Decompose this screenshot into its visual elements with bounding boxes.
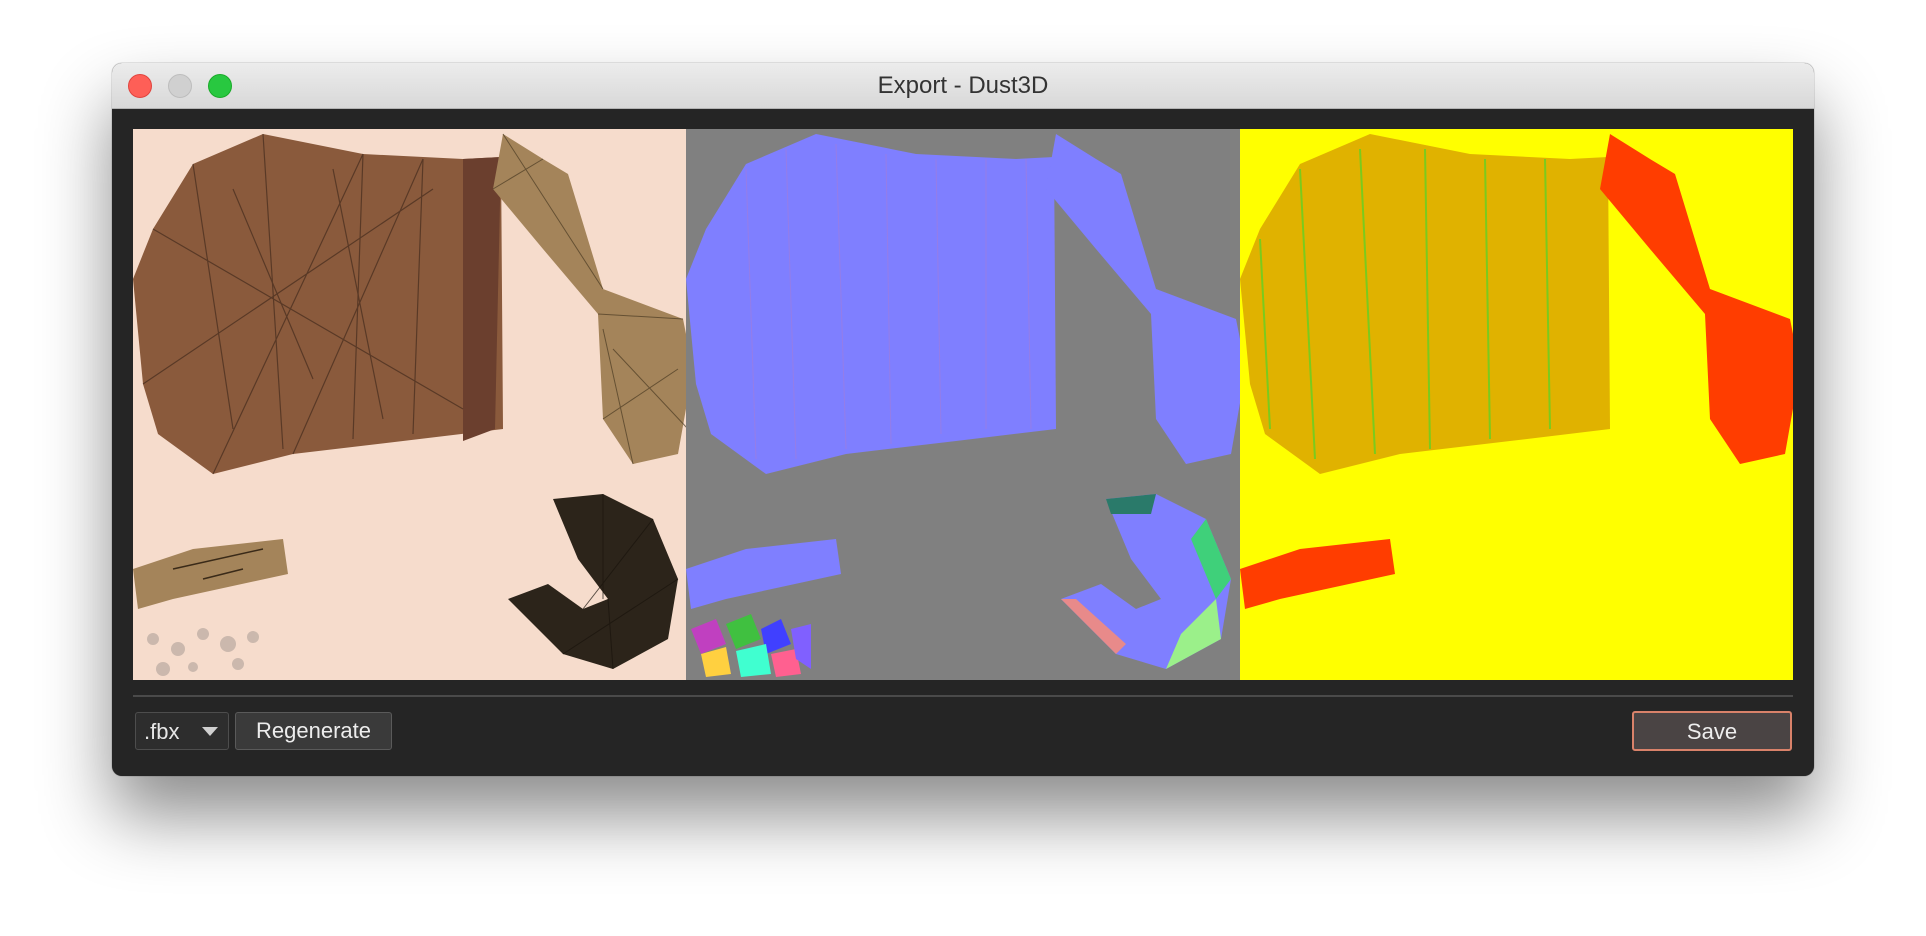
regenerate-button[interactable]: Regenerate <box>235 712 392 750</box>
texture-material-map <box>1240 129 1793 680</box>
save-button[interactable]: Save <box>1632 711 1792 751</box>
texture-preview <box>133 129 1793 680</box>
title-bar[interactable]: Export - Dust3D <box>112 63 1814 109</box>
dropdown-caret-icon <box>202 727 218 736</box>
window-title: Export - Dust3D <box>877 72 1049 99</box>
texture-preview-image <box>133 129 1793 680</box>
export-window: Export - Dust3D .fbx Regenerate Save <box>112 63 1814 776</box>
footer-separator <box>133 695 1793 697</box>
texture-color-map <box>133 129 693 680</box>
format-select[interactable]: .fbx <box>135 712 229 750</box>
format-select-value: .fbx <box>144 719 180 744</box>
texture-normal-map <box>686 129 1246 680</box>
